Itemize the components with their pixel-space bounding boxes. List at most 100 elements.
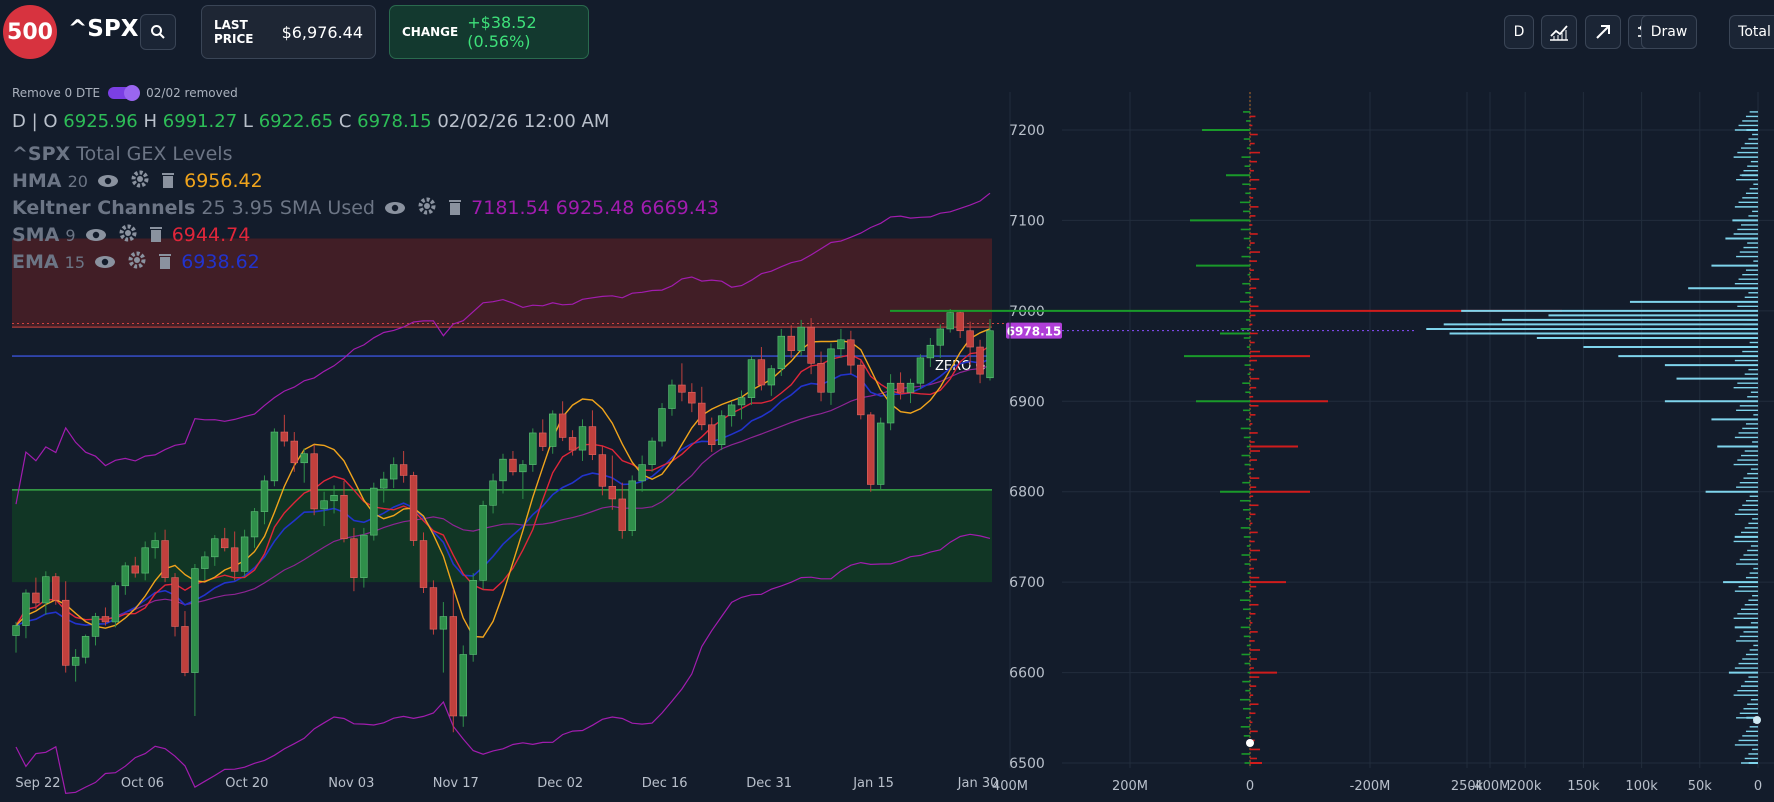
candle[interactable] — [270, 431, 279, 482]
candle[interactable] — [936, 328, 945, 346]
gear-icon[interactable] — [131, 170, 149, 193]
candle[interactable] — [111, 585, 120, 623]
candle[interactable] — [370, 487, 378, 536]
candle[interactable] — [191, 568, 199, 673]
candle[interactable] — [499, 458, 507, 482]
candle[interactable] — [876, 422, 885, 485]
candle[interactable] — [221, 538, 229, 549]
candle[interactable] — [658, 408, 666, 442]
candle[interactable] — [737, 397, 746, 406]
candle[interactable] — [439, 616, 448, 630]
candle[interactable] — [916, 357, 925, 384]
trash-icon[interactable] — [149, 225, 163, 247]
candle[interactable] — [926, 344, 935, 359]
eye-icon[interactable] — [384, 198, 406, 220]
candle[interactable] — [449, 616, 458, 717]
candle[interactable] — [708, 424, 716, 445]
candle[interactable] — [797, 326, 805, 351]
candle[interactable] — [509, 458, 517, 473]
candle[interactable] — [777, 335, 785, 370]
candle[interactable] — [171, 577, 179, 627]
candle[interactable] — [767, 368, 776, 386]
candle[interactable] — [548, 413, 557, 447]
candle[interactable] — [787, 335, 795, 351]
candle[interactable] — [52, 576, 60, 601]
gear-icon[interactable] — [128, 251, 146, 274]
candle[interactable] — [688, 391, 696, 404]
candle[interactable] — [817, 363, 825, 393]
price-panel[interactable]: ZERO GSep 22 Oct 06 Oct 20 Nov 03 Nov 17 Dec … — [12, 192, 1415, 795]
candle[interactable] — [479, 504, 487, 581]
candle[interactable] — [71, 656, 80, 666]
candle[interactable] — [240, 536, 249, 572]
trash-icon[interactable] — [158, 252, 172, 274]
candle[interactable] — [966, 330, 974, 348]
candle[interactable] — [141, 547, 149, 574]
candle[interactable] — [360, 534, 368, 578]
eye-icon[interactable] — [97, 171, 119, 193]
candle[interactable] — [42, 576, 50, 604]
candle[interactable] — [976, 346, 984, 375]
candle[interactable] — [986, 330, 994, 379]
trash-icon[interactable] — [448, 198, 462, 220]
candle[interactable] — [827, 348, 835, 393]
candle[interactable] — [847, 339, 855, 366]
candle[interactable] — [529, 432, 537, 465]
candle[interactable] — [946, 312, 954, 330]
candle[interactable] — [648, 440, 656, 465]
eye-icon[interactable] — [94, 252, 116, 274]
candle[interactable] — [101, 616, 110, 623]
candle[interactable] — [260, 480, 269, 512]
candle[interactable] — [956, 312, 964, 332]
total-panel[interactable]: 250k 200k 150k 100k 50k 0 — [1426, 92, 1762, 794]
candle[interactable] — [717, 415, 726, 445]
candle[interactable] — [230, 547, 239, 572]
candle[interactable] — [628, 480, 636, 531]
candle[interactable] — [539, 432, 547, 447]
candle[interactable] — [867, 414, 875, 485]
candle[interactable] — [668, 384, 676, 409]
candle[interactable] — [161, 540, 169, 578]
candle[interactable] — [320, 500, 328, 510]
candle[interactable] — [131, 565, 139, 574]
candle[interactable] — [608, 485, 617, 500]
candle[interactable] — [22, 592, 30, 626]
candle[interactable] — [330, 495, 338, 502]
candle[interactable] — [380, 478, 388, 489]
eye-icon[interactable] — [85, 225, 107, 247]
candle[interactable] — [578, 426, 587, 451]
candle[interactable] — [429, 587, 438, 630]
candle[interactable] — [121, 565, 130, 587]
candle[interactable] — [250, 511, 259, 538]
candle[interactable] — [727, 404, 736, 417]
gear-icon[interactable] — [119, 224, 137, 247]
candle[interactable] — [678, 384, 686, 393]
candle[interactable] — [310, 453, 318, 510]
candle[interactable] — [638, 464, 646, 482]
candle[interactable] — [399, 464, 408, 476]
candle[interactable] — [489, 480, 497, 506]
candle[interactable] — [340, 495, 348, 540]
candle[interactable] — [61, 599, 70, 666]
trash-icon[interactable] — [161, 171, 175, 193]
candle[interactable] — [886, 382, 895, 424]
candle[interactable] — [409, 475, 418, 541]
candle[interactable] — [598, 454, 607, 487]
candle[interactable] — [558, 413, 567, 438]
candle[interactable] — [389, 464, 398, 480]
candle[interactable] — [151, 540, 159, 549]
candle[interactable] — [12, 625, 20, 636]
candle[interactable] — [906, 382, 915, 393]
candle[interactable] — [459, 654, 467, 717]
candle[interactable] — [698, 402, 706, 426]
candle[interactable] — [618, 498, 626, 531]
candle[interactable] — [419, 540, 428, 588]
candle[interactable] — [290, 440, 298, 464]
candle[interactable] — [837, 339, 845, 350]
candle[interactable] — [469, 580, 477, 655]
candle[interactable] — [519, 464, 527, 473]
candle[interactable] — [211, 538, 219, 558]
candle[interactable] — [350, 538, 358, 578]
candle[interactable] — [91, 616, 100, 637]
candle[interactable] — [181, 626, 189, 673]
